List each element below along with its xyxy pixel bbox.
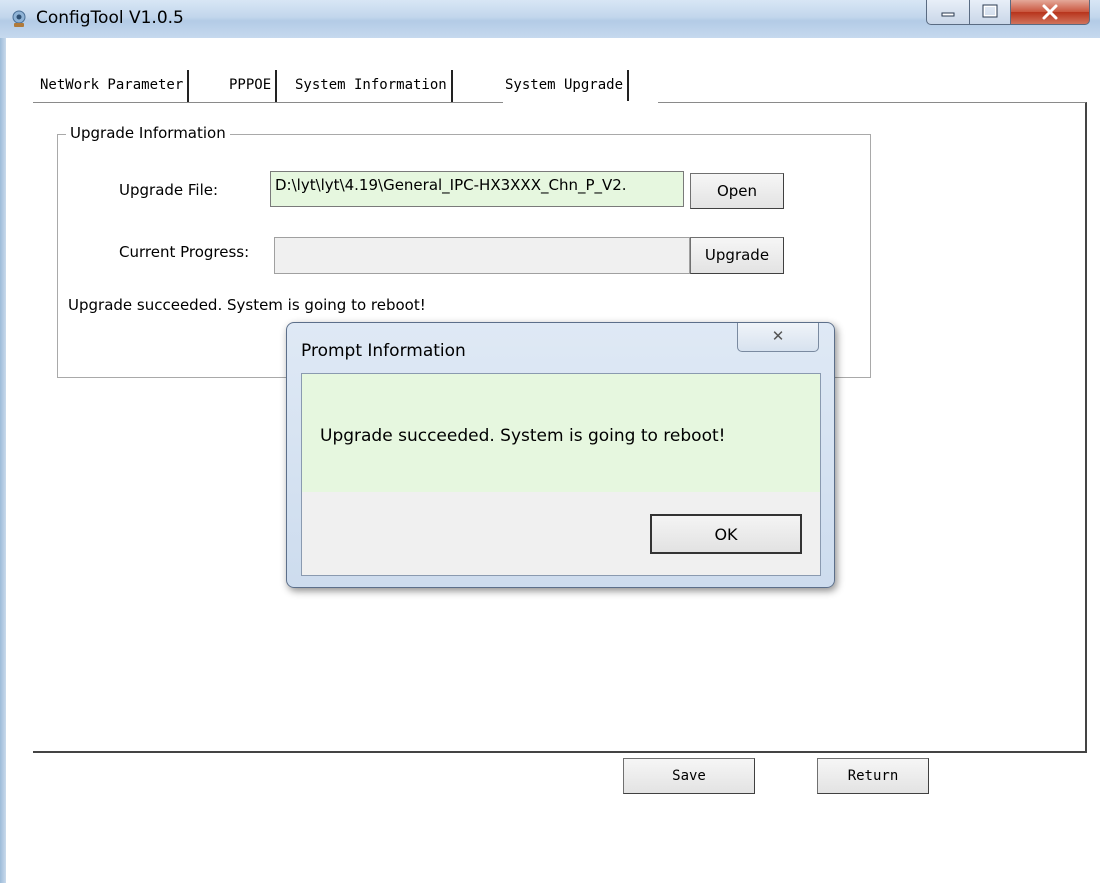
ok-button[interactable]: OK (650, 514, 802, 554)
dialog-body: Upgrade succeeded. System is going to re… (301, 373, 821, 576)
config-tool-window: ConfigTool V1.0.5 NetWork Parameter PPPO… (0, 0, 1100, 883)
minimize-icon (941, 12, 955, 17)
active-tab-indicator (503, 101, 658, 104)
dialog-close-button[interactable]: ✕ (737, 323, 819, 352)
current-progress-label: Current Progress: (119, 243, 250, 261)
tab-pppoe[interactable]: PPPOE (225, 70, 278, 102)
prompt-dialog: Prompt Information ✕ Upgrade succeeded. … (286, 322, 835, 588)
close-button[interactable] (1010, 0, 1090, 25)
upgrade-group-title: Upgrade Information (66, 124, 230, 142)
minimize-button[interactable] (926, 0, 970, 25)
dialog-message: Upgrade succeeded. System is going to re… (320, 426, 726, 446)
tab-network-parameter[interactable]: NetWork Parameter (36, 70, 190, 102)
upgrade-status-message: Upgrade succeeded. System is going to re… (68, 296, 426, 314)
return-button[interactable]: Return (817, 758, 929, 794)
maximize-icon (982, 4, 998, 18)
app-icon (12, 10, 26, 27)
upgrade-file-label: Upgrade File: (119, 181, 219, 199)
tab-system-information[interactable]: System Information (291, 70, 453, 102)
tab-system-upgrade[interactable]: System Upgrade (501, 70, 630, 102)
window-controls (926, 0, 1096, 26)
close-icon: ✕ (771, 327, 785, 345)
save-button[interactable]: Save (623, 758, 755, 794)
maximize-button[interactable] (969, 0, 1011, 25)
dialog-title: Prompt Information (301, 341, 466, 361)
upgrade-progress-bar (274, 237, 690, 274)
dialog-message-area: Upgrade succeeded. System is going to re… (302, 374, 820, 492)
upgrade-file-field[interactable]: D:\lyt\lyt\4.19\General_IPC-HX3XXX_Chn_P… (270, 171, 684, 207)
title-bar[interactable]: ConfigTool V1.0.5 (0, 0, 1100, 38)
window-title: ConfigTool V1.0.5 (36, 8, 184, 28)
upgrade-button[interactable]: Upgrade (690, 237, 784, 274)
close-icon (1042, 4, 1058, 20)
open-button[interactable]: Open (690, 173, 784, 209)
